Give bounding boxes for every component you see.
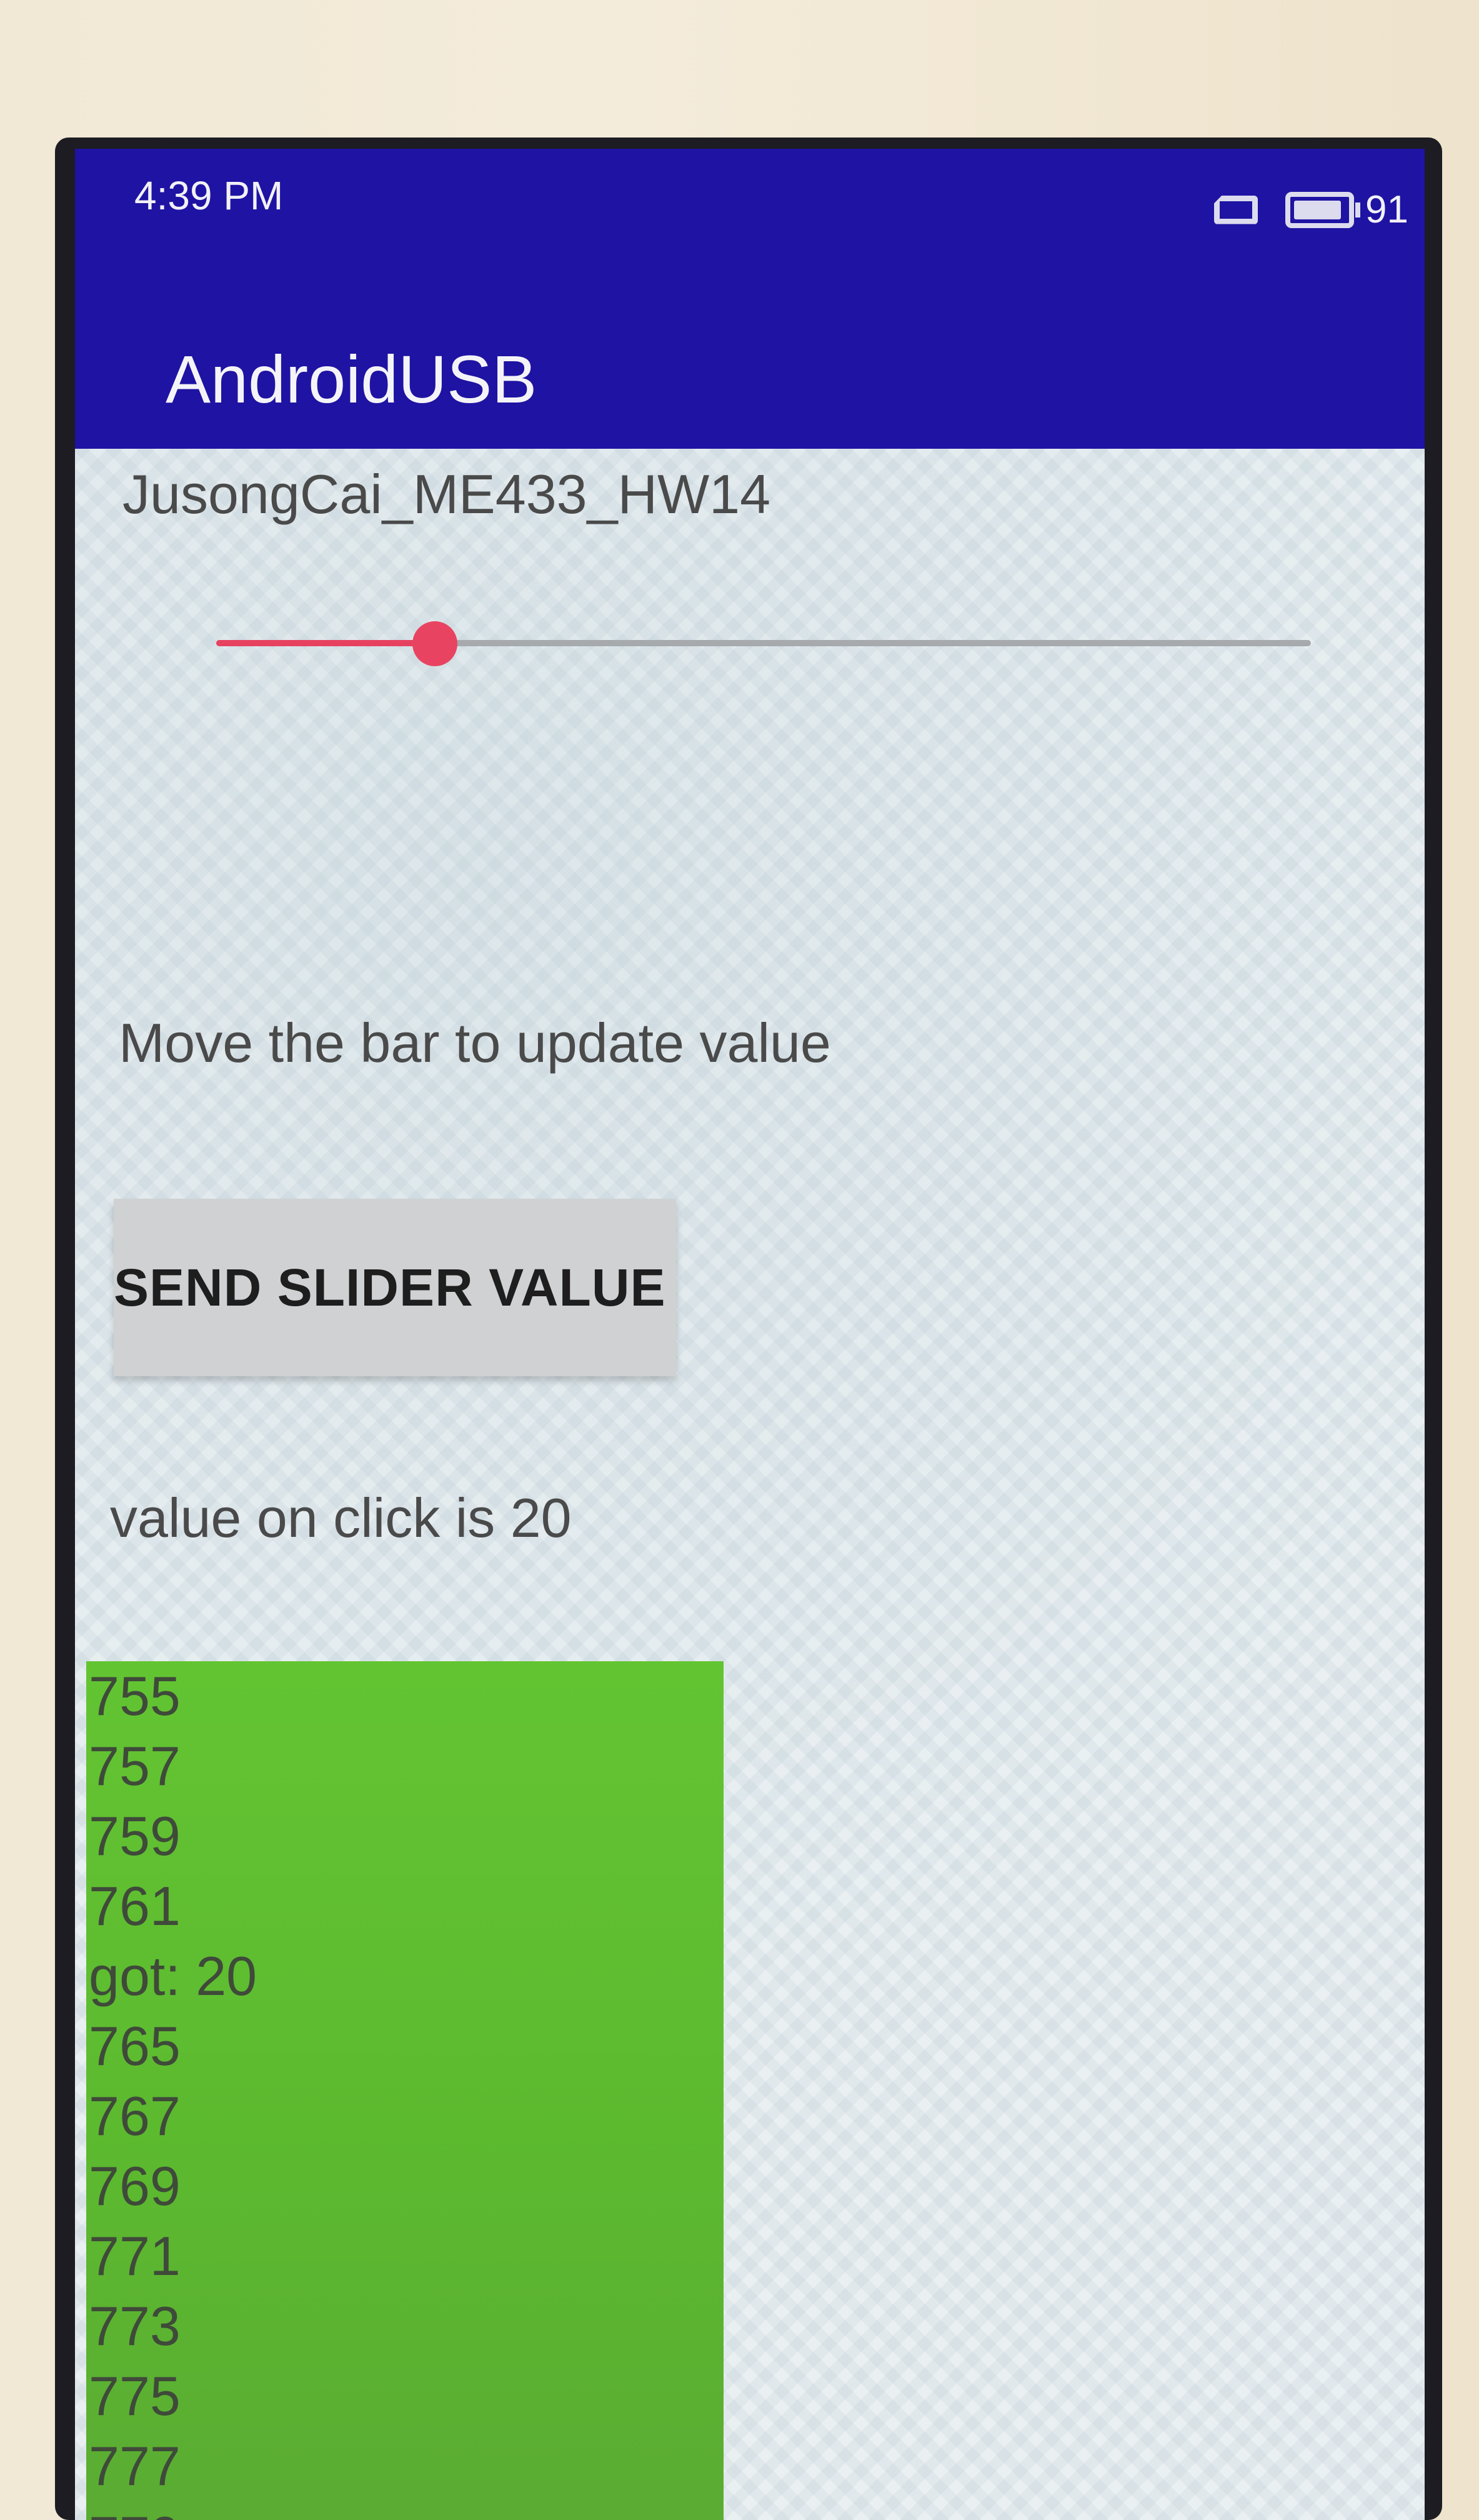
log-line: 773 [89,2295,181,2357]
slider-thumb[interactable] [412,621,458,666]
battery-fill [1294,200,1341,219]
value-on-click-text: value on click is 20 [110,1487,572,1549]
status-time: 4:39 PM [134,173,284,218]
log-line: 757 [89,1735,181,1797]
value-slider[interactable] [216,619,1311,669]
log-line: 769 [89,2155,181,2217]
battery-icon [1285,191,1355,228]
log-line: got: 20 [89,1945,257,2007]
send-button-label: SEND SLIDER VALUE [114,1258,666,1317]
log-line: 767 [89,2085,181,2147]
main-content: JusongCai_ME433_HW14 Move the bar to upd… [75,449,1425,2520]
sim-card-icon [1214,195,1258,224]
status-icons: 91 [1214,188,1408,232]
app-title: AndroidUSB [166,341,537,417]
log-line: 765 [89,2015,181,2077]
log-line: 777 [89,2435,181,2497]
log-line: 755 [89,1665,181,1727]
battery-indicator: 91 [1285,188,1408,232]
log-line: 771 [89,2225,181,2287]
log-box[interactable]: 755 757 759 761 got: 20 765 767 769 771 773 775 777… [86,1661,724,2520]
send-slider-value-button[interactable]: SEND SLIDER VALUE [114,1199,676,1376]
app-bar: AndroidUSB [75,305,1425,449]
slider-active-track [216,640,436,646]
screen: 4:39 PM 91 AndroidUSB JusongCai_ME433_HW… [75,149,1425,2520]
battery-tip [1355,202,1361,218]
log-line: 761 [89,1875,181,1937]
hint-text: Move the bar to update value [119,1012,831,1074]
log-line: 775 [89,2365,181,2427]
log-line: 759 [89,1805,181,1867]
subtitle-text: JusongCai_ME433_HW14 [122,463,771,525]
status-bar: 4:39 PM 91 [75,149,1425,305]
log-line: 779 [86,2501,724,2520]
device-frame: 4:39 PM 91 AndroidUSB JusongCai_ME433_HW… [0,0,1479,2520]
battery-level: 91 [1365,188,1408,231]
